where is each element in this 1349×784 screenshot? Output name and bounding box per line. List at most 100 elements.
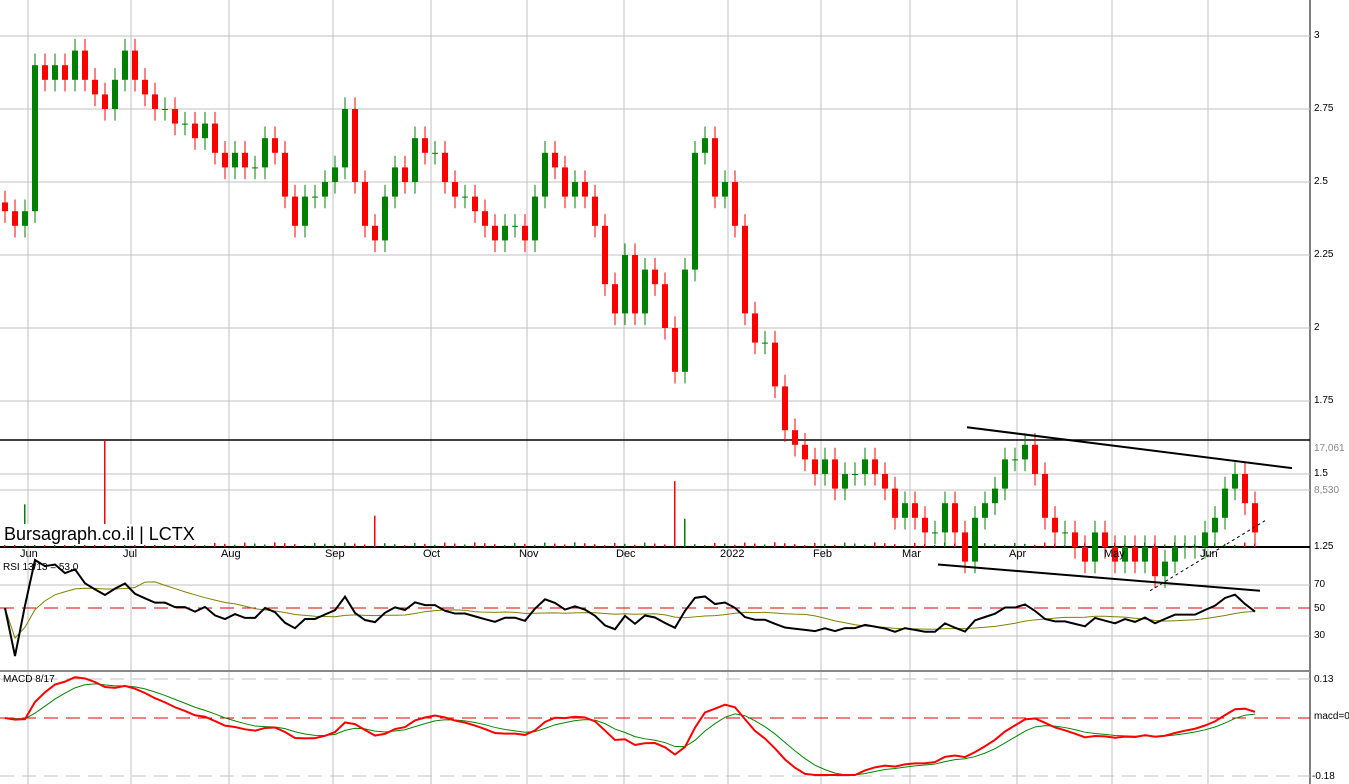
candle-body — [872, 459, 878, 474]
trendline — [937, 563, 1261, 592]
rsi-label: RSI 13/13 = 53.0 — [3, 562, 79, 573]
volume-bar — [1194, 544, 1196, 547]
candle-body — [622, 255, 628, 314]
candle-body — [112, 79, 118, 109]
candle-body — [172, 109, 178, 124]
macd-line — [4, 676, 1256, 776]
volume-bar — [134, 544, 136, 547]
candle-body — [352, 109, 358, 182]
candle-body — [512, 225, 518, 227]
candle-body — [372, 225, 378, 241]
candle-body — [232, 152, 238, 168]
month-label: Sep — [325, 548, 345, 560]
candle-body — [572, 182, 578, 197]
candle-body — [862, 459, 868, 474]
candle-body — [272, 138, 278, 153]
candle-body — [1102, 532, 1108, 547]
volume-bar — [674, 481, 676, 547]
candle-body — [202, 123, 208, 139]
volume-bar — [264, 544, 266, 547]
month-label: Feb — [813, 548, 832, 560]
volume-bar — [1244, 542, 1246, 547]
volume-bar — [1084, 543, 1086, 547]
volume-bar — [244, 542, 246, 547]
month-label: Mar — [902, 548, 921, 560]
month-label: Dec — [616, 548, 636, 560]
volume-bar — [854, 543, 856, 547]
candle-body — [1032, 444, 1038, 474]
volume-bar — [1044, 542, 1046, 547]
candle-body — [22, 211, 28, 226]
candle-body — [612, 284, 618, 314]
candle-body — [792, 430, 798, 445]
volume-bar — [484, 543, 486, 547]
volume-bar — [804, 545, 806, 547]
volume-bar — [364, 544, 366, 547]
month-label: Nov — [519, 548, 539, 560]
volume-bar — [304, 545, 306, 547]
volume-bar — [864, 544, 866, 547]
volume-bar — [234, 544, 236, 547]
candle-body — [882, 474, 888, 489]
candle-body — [292, 196, 298, 226]
candle-body — [632, 255, 638, 314]
volume-bar — [434, 544, 436, 547]
volume-bar — [604, 545, 606, 547]
candle-body — [392, 167, 398, 197]
candle-body — [782, 386, 788, 431]
candle-body — [322, 182, 328, 197]
candle-body — [702, 138, 708, 153]
candle-body — [1192, 547, 1198, 548]
candle-body — [662, 284, 668, 328]
candle-body — [402, 167, 408, 182]
volume-bar — [1014, 542, 1016, 547]
volume-bar — [644, 542, 646, 547]
volume-bar — [684, 518, 686, 547]
macd-label: MACD 8/17 — [3, 674, 55, 685]
volume-bar — [584, 543, 586, 547]
volume-bar — [654, 543, 656, 547]
candle-body — [822, 459, 828, 474]
volume-bar — [424, 543, 426, 547]
volume-bar — [454, 543, 456, 547]
candle-body — [1212, 517, 1218, 533]
candle-body — [652, 269, 658, 285]
candle-body — [772, 342, 778, 387]
volume-bar — [1254, 543, 1256, 547]
chart-canvas — [0, 0, 1311, 784]
candle-body — [692, 152, 698, 270]
rsi-tick: 30 — [1314, 630, 1326, 641]
volume-bar — [294, 544, 296, 547]
volume-bar — [824, 543, 826, 547]
month-label: Jun — [20, 548, 38, 560]
volume-bar — [744, 542, 746, 547]
candle-body — [1002, 459, 1008, 489]
rsi-tick: 50 — [1314, 603, 1326, 614]
volume-bar — [1124, 543, 1126, 547]
month-label: Oct — [423, 548, 441, 560]
candle-body — [252, 167, 258, 169]
candle-body — [522, 225, 528, 241]
candle-body — [852, 474, 858, 475]
candle-body — [1162, 561, 1168, 577]
volume-bar — [1184, 543, 1186, 547]
candle-body — [1152, 547, 1158, 577]
volume-bar — [1234, 544, 1236, 547]
volume-bar — [214, 542, 216, 547]
candle-body — [152, 94, 158, 109]
volume-bar — [334, 544, 336, 547]
candle-body — [1052, 517, 1058, 533]
volume-bar — [764, 544, 766, 547]
volume-bar — [204, 545, 206, 547]
candle-body — [1202, 532, 1208, 547]
volume-bar — [704, 545, 706, 547]
candle-body — [562, 167, 568, 197]
volume-bar — [354, 543, 356, 547]
candle-body — [312, 196, 318, 198]
candle-body — [992, 488, 998, 504]
candle-body — [162, 109, 168, 110]
candle-body — [362, 182, 368, 226]
volume-bar — [884, 543, 886, 547]
candle-body — [1232, 474, 1238, 489]
candle-body — [722, 182, 728, 197]
